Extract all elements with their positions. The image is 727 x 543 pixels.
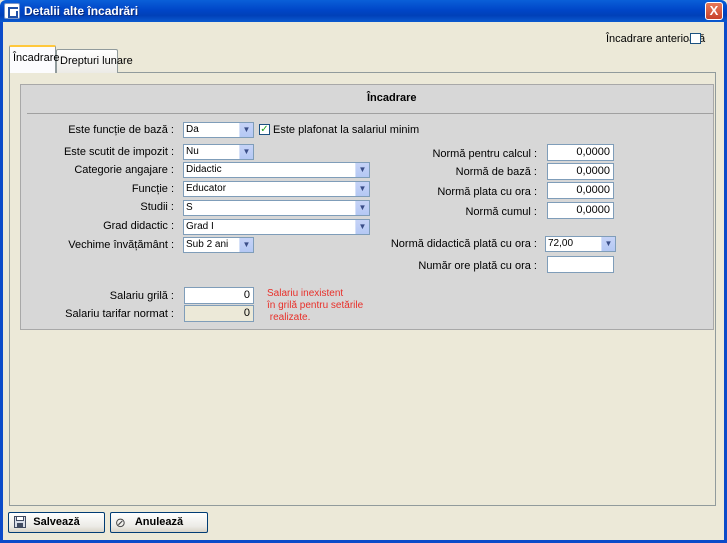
chevron-down-icon[interactable]: ▼ xyxy=(355,201,369,215)
cancel-button[interactable]: ⊘ Anulează xyxy=(110,512,208,533)
hourly-norm-label: Normă plata cu ora : xyxy=(437,186,537,198)
capped-minimum-label: Este plafonat la salariul minim xyxy=(273,124,420,136)
tariff-salary-field: 0 xyxy=(184,305,254,322)
window-title: Detalii alte încadrări xyxy=(24,4,139,18)
tariff-salary-label: Salariu tarifar normat : xyxy=(65,308,174,320)
teaching-seniority-combo[interactable]: Sub 2 ani ▼ xyxy=(183,237,254,253)
chevron-down-icon[interactable]: ▼ xyxy=(355,163,369,177)
base-function-label: Este funcție de bază : xyxy=(68,124,174,136)
grid-salary-label: Salariu grilă : xyxy=(109,290,174,302)
studies-combo[interactable]: S ▼ xyxy=(183,200,370,216)
chevron-down-icon[interactable]: ▼ xyxy=(239,238,253,252)
base-norm-label: Normă de bază : xyxy=(455,166,537,178)
function-combo[interactable]: Educator ▼ xyxy=(183,181,370,197)
tab-incadrare[interactable]: Încadrare xyxy=(9,45,59,73)
calc-norm-input[interactable]: 0,0000 xyxy=(547,144,614,161)
teaching-grade-value: Grad I xyxy=(186,221,214,232)
base-function-value: Da xyxy=(186,124,199,135)
chevron-down-icon[interactable]: ▼ xyxy=(355,182,369,196)
chevron-down-icon[interactable]: ▼ xyxy=(239,145,253,159)
hourly-count-label: Număr ore plată cu ora : xyxy=(418,260,537,272)
teaching-hourly-norm-combo[interactable]: 72,00 ▼ xyxy=(545,236,616,252)
capped-minimum-checkbox[interactable]: ✓ xyxy=(259,124,270,135)
tab-drepturi-lunare[interactable]: Drepturi lunare xyxy=(56,49,133,73)
teaching-seniority-label: Vechime învățământ : xyxy=(68,239,174,251)
chevron-down-icon[interactable]: ▼ xyxy=(601,237,615,251)
save-button[interactable]: Salvează xyxy=(8,512,105,533)
teaching-hourly-norm-label: Normă didactică plată cu ora : xyxy=(390,238,537,250)
save-button-label: Salvează xyxy=(33,516,80,528)
close-button[interactable]: X xyxy=(705,2,723,20)
prior-assignment-checkbox[interactable] xyxy=(690,33,701,44)
chevron-down-icon[interactable]: ▼ xyxy=(355,220,369,234)
studies-label: Studii : xyxy=(140,201,174,213)
salary-warning: Salariu inexistent în grilă pentru setăr… xyxy=(267,288,364,323)
function-value: Educator xyxy=(186,183,227,194)
function-label: Funcție : xyxy=(131,183,174,195)
cancel-button-label: Anulează xyxy=(134,516,184,528)
studies-value: S xyxy=(186,202,193,213)
base-norm-input[interactable]: 0,0000 xyxy=(547,163,614,180)
teaching-hourly-norm-value: 72,00 xyxy=(548,238,574,249)
teaching-grade-label: Grad didactic : xyxy=(103,220,174,232)
hourly-count-input[interactable] xyxy=(547,256,614,273)
employment-category-combo[interactable]: Didactic ▼ xyxy=(183,162,370,178)
cumul-norm-label: Normă cumul : xyxy=(465,206,537,218)
tax-exempt-value: Nu xyxy=(186,146,199,157)
employment-category-label: Categorie angajare : xyxy=(74,164,174,176)
window-titlebar[interactable]: Detalii alte încadrări X xyxy=(0,0,727,22)
teaching-seniority-value: Sub 2 ani xyxy=(186,239,229,250)
chevron-down-icon[interactable]: ▼ xyxy=(239,123,253,137)
tax-exempt-combo[interactable]: Nu ▼ xyxy=(183,144,254,160)
cumul-norm-input[interactable]: 0,0000 xyxy=(547,202,614,219)
section-title: Încadrare xyxy=(367,92,417,104)
calc-norm-label: Normă pentru calcul : xyxy=(432,148,537,160)
app-icon xyxy=(4,3,20,19)
employment-category-value: Didactic xyxy=(186,164,222,175)
hourly-norm-input[interactable]: 0,0000 xyxy=(547,182,614,199)
tax-exempt-label: Este scutit de impozit : xyxy=(63,146,174,158)
grid-salary-input[interactable]: 0 xyxy=(184,287,254,304)
base-function-combo[interactable]: Da ▼ xyxy=(183,122,254,138)
teaching-grade-combo[interactable]: Grad I ▼ xyxy=(183,219,370,235)
